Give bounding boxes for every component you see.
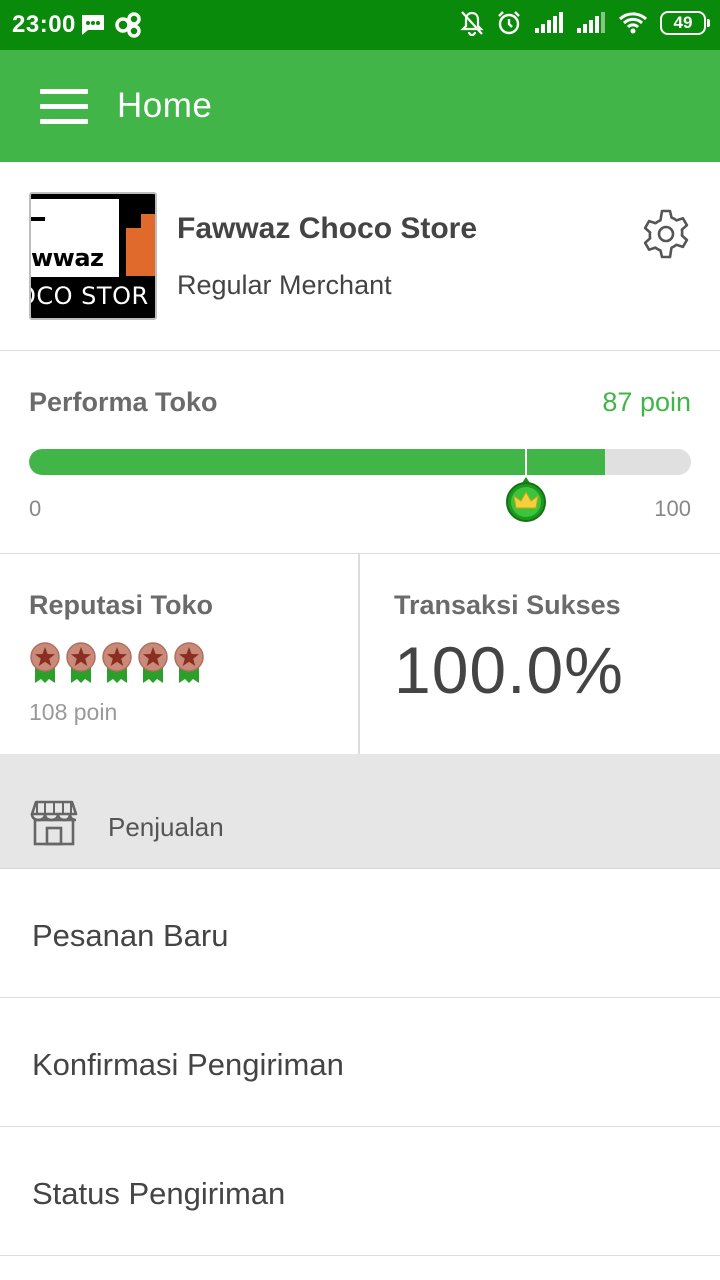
loop-icon	[115, 12, 141, 38]
performance-max: 100	[654, 496, 691, 521]
logo-text-bottom: OCO STOR	[29, 282, 149, 310]
transaction-success-value: 100.0%	[394, 633, 624, 707]
menu-item-new-orders[interactable]: Pesanan Baru	[0, 869, 720, 998]
wifi-icon	[618, 12, 648, 34]
medal-icon	[102, 642, 132, 683]
store-type: Regular Merchant	[177, 270, 392, 300]
message-icon	[82, 15, 104, 35]
signal-icon	[577, 12, 605, 33]
crown-badge-icon	[506, 477, 546, 522]
performance-value: 87 poin	[602, 387, 691, 417]
reputation-card[interactable]: Reputasi Toko 108 poin	[0, 554, 360, 754]
gear-icon[interactable]	[640, 208, 692, 260]
menu-item-label: Pesanan Baru	[32, 918, 229, 953]
section-label: Penjualan	[108, 812, 224, 842]
battery-level: 49	[673, 13, 693, 32]
status-bar: 23:00 49	[0, 0, 720, 50]
shop-icon	[30, 800, 78, 846]
store-performance: Performa Toko 87 poin 0 100	[0, 351, 720, 554]
performance-progress-track	[29, 449, 691, 475]
alarm-icon	[498, 11, 520, 35]
menu-item-label: Konfirmasi Pengiriman	[32, 1047, 344, 1082]
status-time: 23:00	[12, 11, 76, 38]
mute-bell-icon	[460, 11, 484, 36]
logo-text-top: wwaz	[31, 244, 104, 272]
menu-item-label: Status Pengiriman	[32, 1176, 286, 1211]
medal-icon	[174, 642, 204, 683]
transaction-label: Transaksi Sukses	[394, 590, 621, 620]
signal-icon	[535, 12, 563, 33]
performance-label: Performa Toko	[29, 387, 218, 417]
performance-progress-fill	[29, 449, 605, 475]
store-header: wwaz OCO STOR Fawwaz Choco Store Regular…	[0, 162, 720, 351]
hamburger-menu-icon[interactable]	[30, 80, 96, 132]
reputation-points: 108 poin	[29, 699, 118, 725]
medal-icon	[138, 642, 168, 683]
status-right-icons: 49	[460, 10, 710, 36]
reputation-medals	[29, 642, 205, 684]
store-name: Fawwaz Choco Store	[177, 212, 478, 245]
store-logo[interactable]: wwaz OCO STOR	[29, 192, 157, 320]
medal-icon	[30, 642, 60, 683]
menu-item-shipping-status[interactable]: Status Pengiriman	[0, 1127, 720, 1256]
app-bar: Home	[0, 50, 720, 162]
performance-min: 0	[29, 496, 42, 521]
battery-icon: 49	[660, 11, 710, 35]
page-title: Home	[117, 86, 213, 125]
status-left-icons	[80, 12, 142, 38]
medal-icon	[66, 642, 96, 683]
transaction-card: Transaksi Sukses 100.0%	[361, 554, 720, 754]
section-header-sales: Penjualan	[0, 754, 720, 869]
menu-item-shipping-confirmation[interactable]: Konfirmasi Pengiriman	[0, 998, 720, 1127]
reputation-label: Reputasi Toko	[29, 590, 214, 620]
store-stats: Reputasi Toko 108 poin Transaksi Sukses …	[0, 554, 720, 754]
